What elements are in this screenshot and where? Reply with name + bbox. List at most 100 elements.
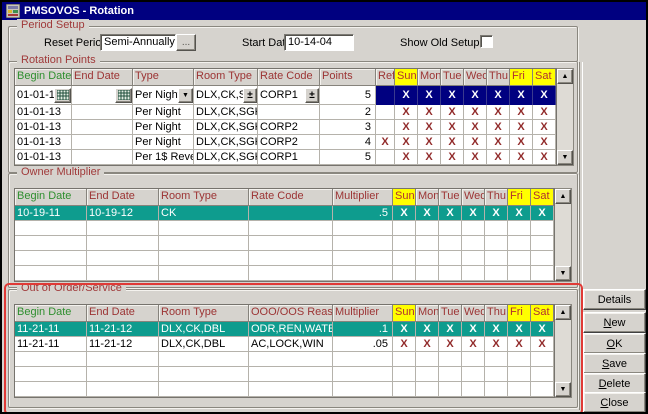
cell: X [533,150,556,165]
room-type-lov-button[interactable]: ± [243,88,257,103]
day-cell-wed[interactable]: X [464,86,487,105]
cell: X [441,105,464,120]
save-button[interactable]: Save [583,353,646,374]
table-row[interactable] [15,367,554,382]
table-row[interactable] [15,382,554,397]
cell [439,367,462,382]
scroll-down-icon[interactable]: ▼ [557,150,573,165]
cell: DLX,CK,SGK,KC [194,135,258,150]
table-row[interactable]: 01-01-13Per 1$ RevenuDLX,CK,SGK,KCCORP15… [15,150,556,165]
cell: 01-01-13 [15,120,72,135]
scroll-down-icon[interactable]: ▼ [555,266,571,281]
column-header-thu: Thu [487,69,510,86]
show-old-setup-label: Show Old Setup [400,37,480,49]
owner-multiplier-scrollbar[interactable]: ▲ ▼ [555,188,572,282]
cell [376,120,395,135]
type-dropdown-button[interactable]: ▼ [178,88,193,103]
scroll-up-icon[interactable]: ▲ [557,69,573,84]
day-cell-thu[interactable]: X [487,86,510,105]
table-row[interactable]: 10-19-1110-19-12CK.5XXXXXXX [15,206,554,221]
table-row[interactable]: 01-01-13Per NightDLX,CK,SGK,KC2XXXXXXX [15,105,556,120]
cell [249,367,333,382]
rate-code-lov-button[interactable]: ± [305,88,319,103]
type-cell[interactable]: Per Night ▼ [133,86,194,105]
cell [416,236,439,251]
cell [376,105,395,120]
cell [416,382,439,397]
show-old-setup-checkbox[interactable] [480,35,493,48]
delete-button[interactable]: Delete [583,373,646,394]
scroll-up-icon[interactable]: ▲ [555,189,571,204]
column-header-room-type: Room Type [159,189,249,206]
column-header-mon: Mon [416,305,439,322]
column-header-sun: Sun [395,69,418,86]
table-row[interactable] [15,266,554,281]
close-button[interactable]: Close [583,392,646,413]
cell [439,266,462,281]
column-header-room-type: Room Type [194,69,258,86]
day-cell-sun[interactable]: X [395,86,418,105]
table-row[interactable] [15,251,554,266]
scroll-down-icon[interactable]: ▼ [555,382,571,397]
table-row[interactable] [15,352,554,367]
table-row[interactable] [15,221,554,236]
cell [249,251,333,266]
day-cell-mon[interactable]: X [418,86,441,105]
room-type-cell[interactable]: DLX,CK,SGI ± [194,86,258,105]
cell: X [531,322,554,337]
column-header-sat: Sat [531,189,554,206]
end-date-cell[interactable] [72,86,133,105]
cell: X [510,150,533,165]
column-header-tue: Tue [441,69,464,86]
cell [416,221,439,236]
rotation-edit-row[interactable]: 01-01-13 Per Night ▼ DLX,CK,SGI ± CORP1 [15,86,556,105]
out-of-order-grid: Begin DateEnd DateRoom TypeOOO/OOS Reaso… [14,304,555,398]
ok-button[interactable]: OK [583,333,646,354]
day-cell-sat[interactable]: X [533,86,556,105]
day-cell-fri[interactable]: X [510,86,533,105]
cell [485,352,508,367]
column-header-begin-date: Begin Date [15,305,87,322]
details-button[interactable]: Details [583,289,646,310]
cell [531,221,554,236]
begin-date-cell[interactable]: 01-01-13 [15,86,72,105]
cell [393,367,416,382]
cell [249,221,333,236]
out-of-order-scrollbar[interactable]: ▲ ▼ [555,304,572,398]
cell: X [464,120,487,135]
day-cell-tue[interactable]: X [441,86,464,105]
reset-period-browse-button[interactable]: ... [176,34,196,51]
scroll-up-icon[interactable]: ▲ [555,305,571,320]
cell [333,367,393,382]
table-row[interactable]: 11-21-1111-21-12DLX,CK,DBLODR,REN,WATER.… [15,322,554,337]
cell [333,251,393,266]
new-button[interactable]: New [583,312,646,333]
rate-code-cell[interactable]: CORP1 ± [258,86,320,105]
cell: X [533,135,556,150]
table-row[interactable] [15,236,554,251]
points-cell[interactable]: 5 [320,86,376,105]
table-row[interactable]: 11-21-1111-21-12DLX,CK,DBLAC,LOCK,WIN.05… [15,337,554,352]
rate-code-value: CORP1 [258,89,298,101]
cell [258,105,320,120]
cell: ODR,REN,WATER [249,322,333,337]
cell [333,352,393,367]
table-row[interactable]: 01-01-13Per NightDLX,CK,SGK,KCCORP23XXXX… [15,120,556,135]
column-header-wed: Wed [462,189,485,206]
rotation-scrollbar[interactable]: ▲ ▼ [557,68,574,166]
cell [159,221,249,236]
title-bar[interactable]: PMSOVOS - Rotation [2,2,646,20]
column-header-fri: Fri [508,305,531,322]
begin-date-calendar-button[interactable] [54,88,71,103]
list-of-values-icon: ± [247,90,253,101]
cell: X [510,120,533,135]
ref-cell[interactable] [376,86,395,105]
column-header-end-date: End Date [87,189,159,206]
cell [159,251,249,266]
end-date-calendar-button[interactable] [115,88,132,103]
reset-period-field[interactable]: Semi-Annually [100,34,176,51]
start-date-field[interactable]: 10-14-04 [284,34,354,51]
cell: 01-01-13 [15,135,72,150]
table-row[interactable]: 01-01-13Per NightDLX,CK,SGK,KCCORP24XXXX… [15,135,556,150]
cell [531,251,554,266]
